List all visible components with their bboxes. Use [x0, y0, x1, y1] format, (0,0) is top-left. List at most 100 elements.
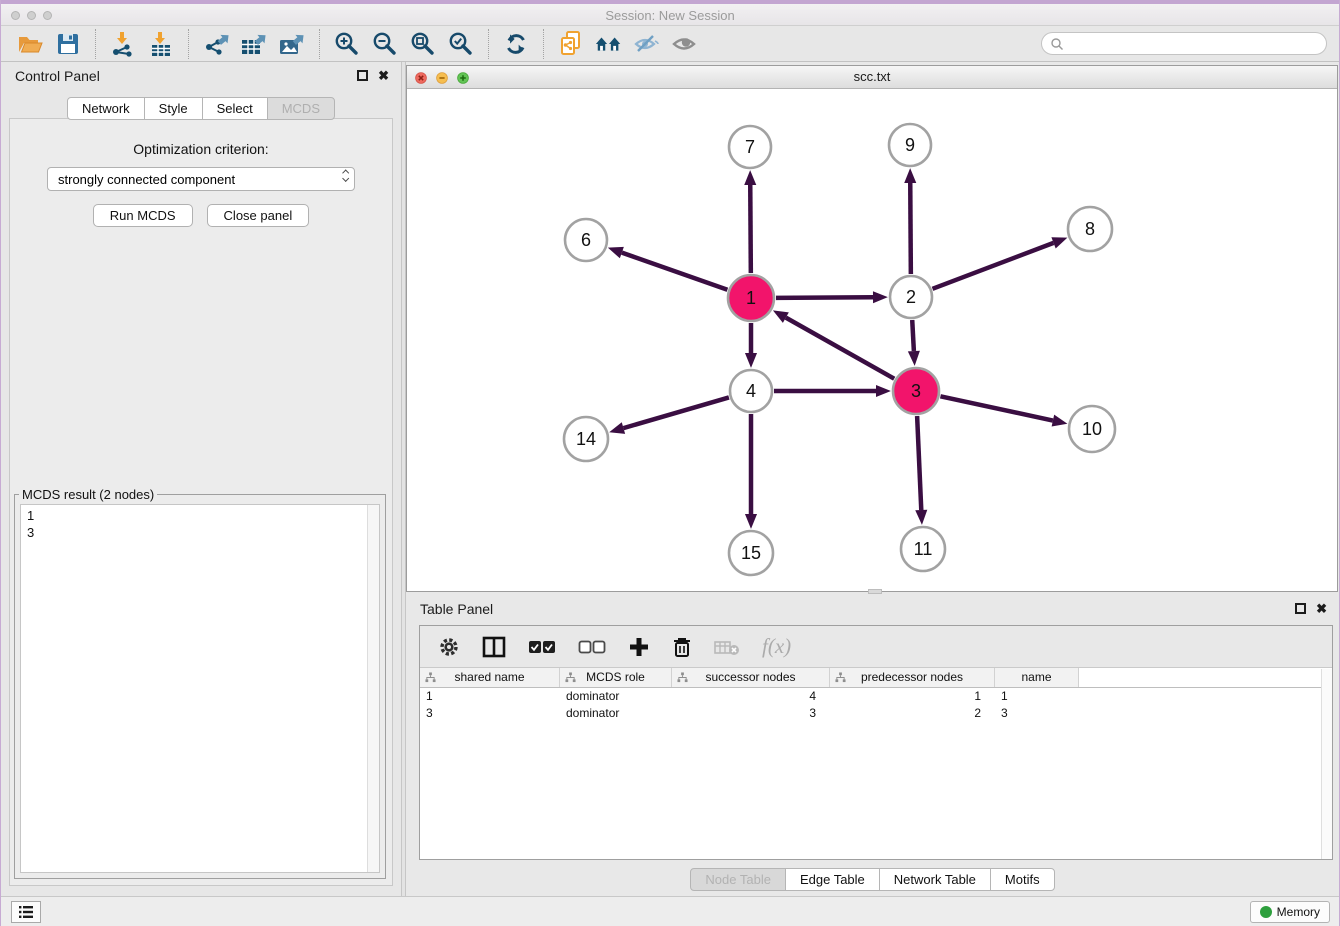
- network-titlebar[interactable]: scc.txt: [407, 66, 1337, 89]
- svg-text:15: 15: [741, 543, 761, 563]
- svg-text:14: 14: [576, 429, 596, 449]
- result-scrollbar[interactable]: [367, 505, 379, 872]
- zoom-in-icon[interactable]: [332, 30, 362, 58]
- table-cell[interactable]: dominator: [560, 688, 672, 705]
- node-2[interactable]: 2: [890, 276, 932, 318]
- edge-3-11[interactable]: [917, 416, 921, 510]
- column-header-name[interactable]: name: [995, 668, 1079, 687]
- add-column-icon[interactable]: [628, 636, 650, 658]
- edge-1-2[interactable]: [776, 297, 873, 298]
- column-header-predecessor-nodes[interactable]: predecessor nodes: [830, 668, 995, 687]
- import-network-icon[interactable]: [108, 30, 138, 58]
- search-field[interactable]: [1041, 32, 1327, 55]
- node-14[interactable]: 14: [564, 417, 608, 461]
- split-columns-icon[interactable]: [482, 636, 506, 658]
- minimize-network-icon[interactable]: [436, 72, 448, 84]
- table-cell[interactable]: 1: [420, 688, 560, 705]
- duplicate-network-icon[interactable]: [556, 30, 586, 58]
- tab-mcds[interactable]: MCDS: [267, 97, 335, 120]
- table-cell[interactable]: 4: [672, 688, 830, 705]
- delete-column-icon[interactable]: [672, 636, 692, 658]
- tab-select[interactable]: Select: [202, 97, 268, 120]
- close-table-panel-icon[interactable]: ✖: [1316, 603, 1327, 614]
- node-8[interactable]: 8: [1068, 207, 1112, 251]
- table-settings-gear-icon[interactable]: [438, 636, 460, 658]
- task-history-button[interactable]: [11, 901, 41, 923]
- export-network-icon[interactable]: [201, 30, 231, 58]
- table-cell[interactable]: 1: [830, 688, 995, 705]
- zoom-selected-icon[interactable]: [446, 30, 476, 58]
- node-11[interactable]: 11: [901, 527, 945, 571]
- open-session-icon[interactable]: [15, 30, 45, 58]
- show-all-icon[interactable]: [670, 30, 700, 58]
- mcds-result-area[interactable]: 1 3: [20, 504, 380, 873]
- tab-network[interactable]: Network: [67, 97, 145, 120]
- deselect-all-columns-icon[interactable]: [578, 640, 606, 654]
- edge-2-8[interactable]: [933, 243, 1054, 289]
- table-scrollbar[interactable]: [1321, 669, 1332, 859]
- close-panel-button[interactable]: Close panel: [207, 204, 310, 227]
- zoom-fit-icon[interactable]: [408, 30, 438, 58]
- edge-3-10[interactable]: [940, 396, 1052, 420]
- column-header-MCDS-role[interactable]: MCDS role: [560, 668, 672, 687]
- first-neighbors-icon[interactable]: [594, 30, 624, 58]
- float-table-panel-icon[interactable]: [1295, 603, 1306, 614]
- table-cell[interactable]: 3: [672, 705, 830, 722]
- import-table-icon[interactable]: [146, 30, 176, 58]
- node-9[interactable]: 9: [889, 124, 931, 166]
- function-builder-icon: f(x): [762, 634, 791, 659]
- edge-2-9[interactable]: [910, 183, 911, 274]
- edge-2-3[interactable]: [912, 320, 914, 351]
- run-mcds-button[interactable]: Run MCDS: [93, 204, 193, 227]
- memory-button[interactable]: Memory: [1250, 901, 1330, 923]
- tab-edge-table[interactable]: Edge Table: [785, 868, 880, 891]
- optimization-dropdown[interactable]: strongly connected component: [47, 167, 355, 191]
- node-7[interactable]: 7: [729, 126, 771, 168]
- select-all-columns-icon[interactable]: [528, 640, 556, 654]
- search-input[interactable]: [1068, 37, 1308, 51]
- table-cell[interactable]: dominator: [560, 705, 672, 722]
- list-icon: [18, 905, 34, 919]
- tab-motifs[interactable]: Motifs: [990, 868, 1055, 891]
- table-row[interactable]: 1dominator411: [420, 688, 1332, 705]
- tab-node-table[interactable]: Node Table: [690, 868, 786, 891]
- svg-text:6: 6: [581, 230, 591, 250]
- edge-3-1[interactable]: [786, 318, 894, 379]
- node-15[interactable]: 15: [729, 531, 773, 575]
- table-toolbar: f(x): [420, 626, 1332, 668]
- mcds-result-group: MCDS result (2 nodes) 1 3: [14, 487, 386, 879]
- float-panel-icon[interactable]: [357, 70, 368, 81]
- table-cell[interactable]: 3: [420, 705, 560, 722]
- network-window: scc.txt 7 9 6 8 1 2 4 3 14 10 15 11: [406, 65, 1338, 592]
- export-image-icon[interactable]: [277, 30, 307, 58]
- tab-network-table[interactable]: Network Table: [879, 868, 991, 891]
- table-cell[interactable]: 3: [995, 705, 1079, 722]
- optimization-label: Optimization criterion:: [10, 141, 392, 157]
- svg-text:9: 9: [905, 135, 915, 155]
- maximize-network-icon[interactable]: [457, 72, 469, 84]
- tab-style[interactable]: Style: [144, 97, 203, 120]
- hide-selection-icon[interactable]: [632, 30, 662, 58]
- table-row[interactable]: 3dominator323: [420, 705, 1332, 722]
- edge-1-6[interactable]: [622, 253, 728, 290]
- node-3[interactable]: 3: [893, 368, 939, 414]
- save-session-icon[interactable]: [53, 30, 83, 58]
- refresh-icon[interactable]: [501, 30, 531, 58]
- node-6[interactable]: 6: [565, 219, 607, 261]
- close-panel-icon[interactable]: ✖: [378, 70, 389, 81]
- node-10[interactable]: 10: [1069, 406, 1115, 452]
- close-network-icon[interactable]: [415, 72, 427, 84]
- network-canvas[interactable]: 7 9 6 8 1 2 4 3 14 10 15 11: [407, 89, 1337, 591]
- frame-resize-handle[interactable]: [868, 589, 882, 594]
- column-header-successor-nodes[interactable]: successor nodes: [672, 668, 830, 687]
- node-1[interactable]: 1: [728, 275, 774, 321]
- column-header-shared-name[interactable]: shared name: [420, 668, 560, 687]
- zoom-out-icon[interactable]: [370, 30, 400, 58]
- table-cell[interactable]: 2: [830, 705, 995, 722]
- node-4[interactable]: 4: [730, 370, 772, 412]
- edge-4-14[interactable]: [623, 397, 728, 428]
- export-table-icon[interactable]: [239, 30, 269, 58]
- control-panel-title: Control Panel: [15, 68, 100, 84]
- edge-1-7[interactable]: [750, 185, 751, 273]
- table-cell[interactable]: 1: [995, 688, 1079, 705]
